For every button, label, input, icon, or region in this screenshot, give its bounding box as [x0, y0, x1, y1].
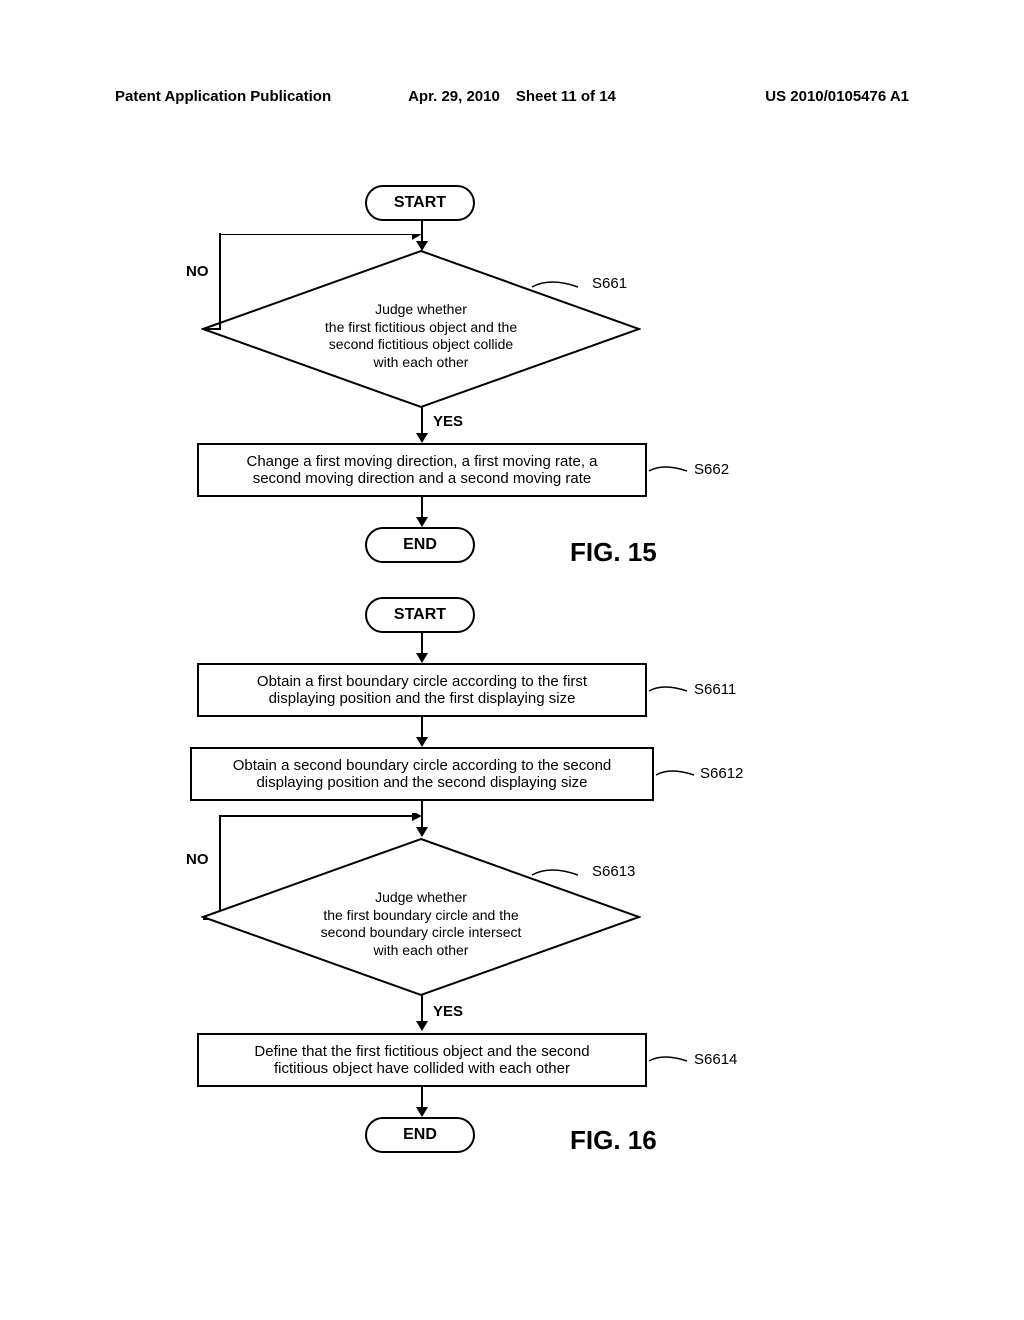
fig15-process: Change a first moving direction, a first…	[197, 443, 647, 497]
fig15-yes-label: YES	[433, 413, 463, 430]
arrow-16a	[416, 633, 428, 663]
fig16-step2: S6612	[700, 765, 743, 782]
arrow-16d	[416, 995, 428, 1033]
conn-s6613	[530, 863, 590, 887]
fig15-no-vert-up	[218, 233, 222, 330]
fig15-no-arrowhead	[414, 228, 430, 240]
fig16-process3: Define that the first fictitious object …	[197, 1033, 647, 1087]
fig16-step1: S6611	[694, 681, 736, 698]
fig16-process2: Obtain a second boundary circle accordin…	[190, 747, 654, 801]
fig15-decision-text: Judge whether the first fictitious objec…	[201, 301, 641, 371]
fig16-decision-text: Judge whether the first boundary circle …	[201, 889, 641, 959]
header-sheet: Sheet 11 of 14	[516, 88, 616, 105]
fig16-step3: S6613	[592, 863, 635, 880]
fig15-step1: S661	[592, 275, 627, 292]
fig16-yes-label: YES	[433, 1003, 463, 1020]
page-header: Patent Application Publication Apr. 29, …	[0, 88, 1024, 105]
header-right: US 2010/0105476 A1	[765, 88, 909, 105]
fig16-no-horiz	[218, 813, 428, 825]
header-left: Patent Application Publication	[115, 88, 331, 105]
fig16-title: FIG. 16	[570, 1125, 657, 1156]
fig15-s661-connector	[530, 275, 590, 299]
fig16-step4: S6614	[694, 1051, 737, 1068]
conn-s6614	[647, 1051, 691, 1071]
conn-s6611	[647, 681, 691, 701]
fig15-s662-connector	[647, 461, 691, 481]
fig16-decision: Judge whether the first boundary circle …	[201, 837, 641, 997]
fig15-step2: S662	[694, 461, 729, 478]
header-date: Apr. 29, 2010	[408, 88, 500, 105]
arrow-end15	[416, 497, 428, 527]
fig15-no-label: NO	[186, 263, 209, 280]
fig15-decision: Judge whether the first fictitious objec…	[201, 249, 641, 409]
arrow-yes15	[416, 407, 428, 445]
fig16-no-label: NO	[186, 851, 209, 868]
fig15-start: START	[365, 185, 475, 221]
conn-s6612	[654, 765, 698, 785]
header-center: Apr. 29, 2010 Sheet 11 of 14	[408, 88, 616, 105]
arrow-16b	[416, 717, 428, 747]
fig16-start: START	[365, 597, 475, 633]
fig15-end: END	[365, 527, 475, 563]
fig16-process1: Obtain a first boundary circle according…	[197, 663, 647, 717]
fig15-title: FIG. 15	[570, 537, 657, 568]
fig16-end: END	[365, 1117, 475, 1153]
arrow-16e	[416, 1087, 428, 1117]
